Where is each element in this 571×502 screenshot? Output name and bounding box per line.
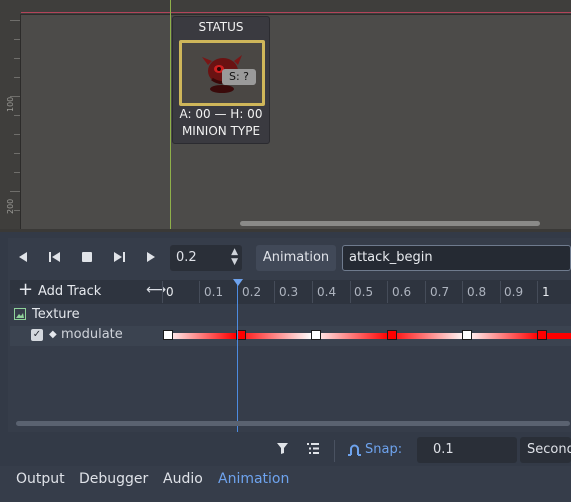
canvas-viewport[interactable] bbox=[0, 0, 571, 232]
ruler-label-100: 100 bbox=[6, 96, 15, 112]
time-label: 0.4 bbox=[317, 285, 337, 299]
stop-icon bbox=[82, 252, 92, 262]
current-time-spinbox[interactable]: 0.2 ▲ ▼ bbox=[170, 245, 242, 271]
time-label: 0.3 bbox=[279, 285, 299, 299]
snap-step-value: 0.1 bbox=[433, 442, 454, 457]
track-row-texture[interactable] bbox=[10, 306, 571, 326]
play-from-current-icon bbox=[114, 252, 125, 262]
texture-node-label: Texture bbox=[32, 307, 80, 322]
viewport-border bbox=[0, 229, 571, 232]
keyframe[interactable] bbox=[311, 330, 322, 340]
filter-icon[interactable] bbox=[276, 442, 289, 459]
play-from-current-button[interactable] bbox=[110, 248, 128, 266]
animation-menu-button[interactable]: Animation bbox=[256, 245, 336, 271]
property-track-icon: ◆ bbox=[49, 329, 57, 340]
time-label: 0.5 bbox=[354, 285, 374, 299]
playhead[interactable] bbox=[237, 282, 238, 432]
add-track-button[interactable]: Add Track bbox=[38, 284, 101, 299]
texture-node-icon bbox=[14, 308, 26, 320]
timeline-horizontal-scrollbar[interactable] bbox=[16, 421, 570, 426]
tab-animation[interactable]: Animation bbox=[218, 471, 289, 487]
play-backwards-icon bbox=[19, 252, 27, 262]
minion-type-text: MINION TYPE bbox=[181, 124, 261, 138]
time-label: 0.9 bbox=[504, 285, 524, 299]
track-enabled-checkbox[interactable]: ✓ bbox=[31, 329, 43, 341]
snap-toggle-button[interactable]: Snap: bbox=[365, 442, 402, 457]
list-options-icon[interactable] bbox=[306, 442, 320, 459]
play-icon bbox=[147, 252, 155, 262]
play-backwards-button[interactable] bbox=[46, 248, 64, 266]
speed-badge: S: ? bbox=[222, 69, 256, 85]
tab-output[interactable]: Output bbox=[16, 471, 65, 487]
playhead-marker-icon[interactable] bbox=[233, 279, 243, 286]
status-title: STATUS bbox=[198, 20, 244, 34]
attack-health-text: A: 00 — H: 00 bbox=[179, 107, 263, 121]
minion-portrait: S: ? bbox=[179, 40, 265, 106]
y-axis-line bbox=[170, 0, 171, 232]
animation-name-value: attack_begin bbox=[349, 250, 433, 265]
time-label: 0.1 bbox=[204, 285, 224, 299]
time-label: 0 bbox=[166, 285, 174, 299]
keyframe[interactable] bbox=[461, 330, 472, 340]
status-card[interactable]: STATUS S: ? A: 00 — H: 00 MINION TYPE bbox=[172, 16, 270, 144]
ruler-label-200: 200 bbox=[6, 198, 15, 214]
current-time-value: 0.2 bbox=[176, 250, 197, 265]
time-label: 1 bbox=[542, 285, 550, 299]
vertical-ruler: 100 200 bbox=[0, 14, 21, 232]
spin-arrows-icon[interactable]: ▲ ▼ bbox=[231, 247, 238, 267]
x-axis-line bbox=[21, 12, 571, 13]
snap-step-field[interactable]: 0.1 bbox=[417, 437, 517, 463]
animation-name-field[interactable]: attack_begin bbox=[342, 245, 571, 271]
tab-debugger[interactable]: Debugger bbox=[79, 471, 148, 487]
modulate-track-label: modulate bbox=[61, 327, 123, 342]
color-gradient-strip bbox=[166, 333, 571, 339]
keyframe[interactable] bbox=[386, 330, 397, 340]
play-backwards-from-current-icon bbox=[49, 252, 60, 262]
snap-unit-value: Seconds bbox=[527, 442, 571, 457]
time-label: 0.6 bbox=[392, 285, 412, 299]
keyframe[interactable] bbox=[163, 330, 173, 340]
toolbar-divider bbox=[334, 440, 335, 462]
time-label: 0.8 bbox=[467, 285, 487, 299]
viewport-horizontal-scrollbar[interactable] bbox=[240, 221, 540, 226]
snap-unit-dropdown[interactable]: Seconds bbox=[520, 437, 571, 463]
snap-magnet-icon[interactable] bbox=[348, 443, 361, 460]
time-label: 0.2 bbox=[242, 285, 262, 299]
stop-button[interactable] bbox=[78, 248, 96, 266]
time-label: 0.7 bbox=[430, 285, 450, 299]
plus-icon: + bbox=[18, 279, 34, 300]
play-button[interactable] bbox=[142, 248, 160, 266]
tab-audio[interactable]: Audio bbox=[163, 471, 203, 487]
keyframe[interactable] bbox=[537, 330, 547, 340]
resize-width-icon[interactable]: ⟷ bbox=[146, 282, 166, 298]
play-backwards-from-end-button[interactable] bbox=[14, 248, 32, 266]
